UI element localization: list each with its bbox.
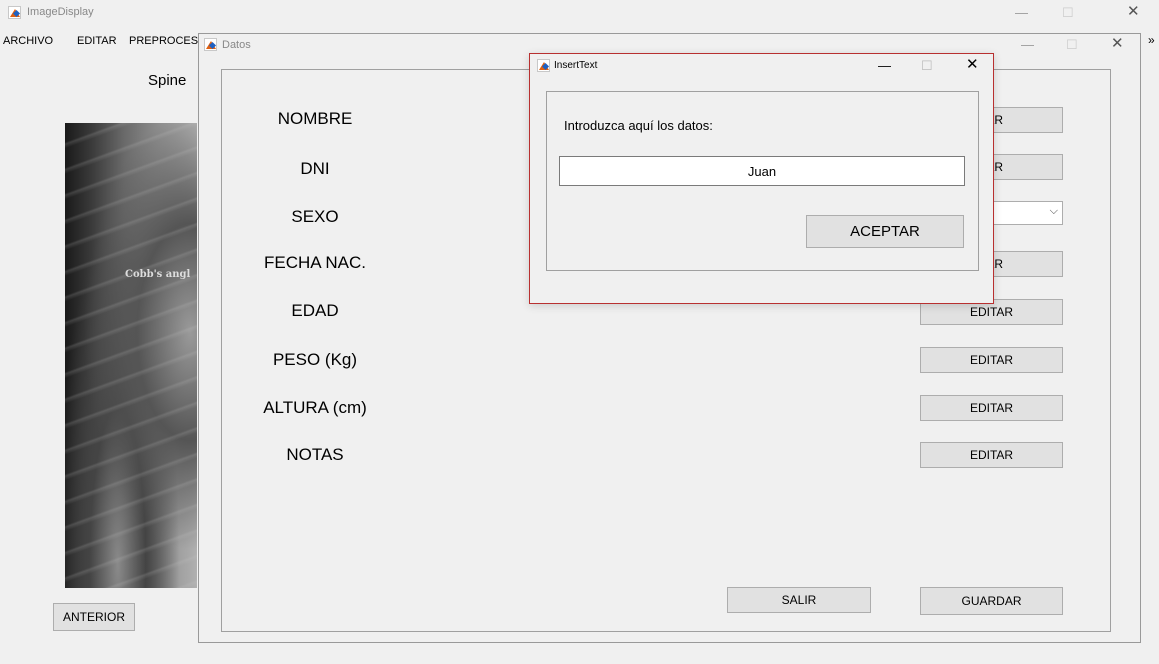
anterior-button[interactable]: ANTERIOR	[53, 603, 135, 631]
edit-notas-button[interactable]: EDITAR	[920, 442, 1063, 468]
menu-editar[interactable]: EDITAR	[77, 35, 117, 47]
label-notas: NOTAS	[286, 445, 344, 464]
label-fecha-nac: FECHA NAC.	[263, 253, 367, 272]
label-nombre: NOMBRE	[277, 109, 353, 128]
toolbar-overflow-icon[interactable]: »	[1148, 33, 1155, 47]
label-edad: EDAD	[291, 301, 339, 320]
insert-text-dialog: InsertText — ☐ ✕ Introduzca aquí los dat…	[529, 53, 994, 304]
label-altura: ALTURA (cm)	[263, 398, 367, 417]
main-window-title: ImageDisplay	[27, 6, 94, 18]
minimize-icon[interactable]: —	[1021, 38, 1034, 52]
minimize-icon[interactable]: —	[878, 59, 891, 73]
image-overlay-text: Cobb's angl	[125, 269, 191, 280]
minimize-icon[interactable]: —	[1015, 6, 1028, 20]
guardar-button[interactable]: GUARDAR	[920, 587, 1063, 615]
salir-button[interactable]: SALIR	[727, 587, 871, 613]
label-peso: PESO (Kg)	[272, 350, 358, 369]
matlab-icon	[8, 6, 21, 19]
datos-window-title: Datos	[222, 39, 251, 51]
label-dni: DNI	[300, 159, 330, 178]
dialog-title: InsertText	[554, 60, 598, 71]
edit-altura-button[interactable]: EDITAR	[920, 395, 1063, 421]
chevron-down-icon: ⌵	[1049, 205, 1058, 217]
aceptar-button[interactable]: ACEPTAR	[806, 215, 964, 248]
maximize-icon[interactable]: ☐	[1066, 38, 1078, 52]
edit-peso-button[interactable]: EDITAR	[920, 347, 1063, 373]
close-icon[interactable]: ✕	[1127, 4, 1140, 19]
matlab-icon	[537, 59, 550, 72]
label-sexo: SEXO	[291, 207, 339, 226]
menu-archivo[interactable]: ARCHIVO	[3, 35, 53, 47]
data-input[interactable]: Juan	[559, 156, 965, 186]
matlab-icon	[204, 38, 217, 51]
spine-xray-image: Cobb's angl	[65, 123, 197, 588]
close-icon[interactable]: ✕	[966, 57, 979, 72]
close-icon[interactable]: ✕	[1111, 36, 1124, 51]
maximize-icon[interactable]: ☐	[1062, 6, 1074, 20]
maximize-icon[interactable]: ☐	[921, 59, 933, 73]
dialog-prompt: Introduzca aquí los datos:	[564, 118, 713, 133]
menu-preprocesa[interactable]: PREPROCESA	[129, 35, 205, 47]
image-title: Spine	[148, 72, 187, 89]
